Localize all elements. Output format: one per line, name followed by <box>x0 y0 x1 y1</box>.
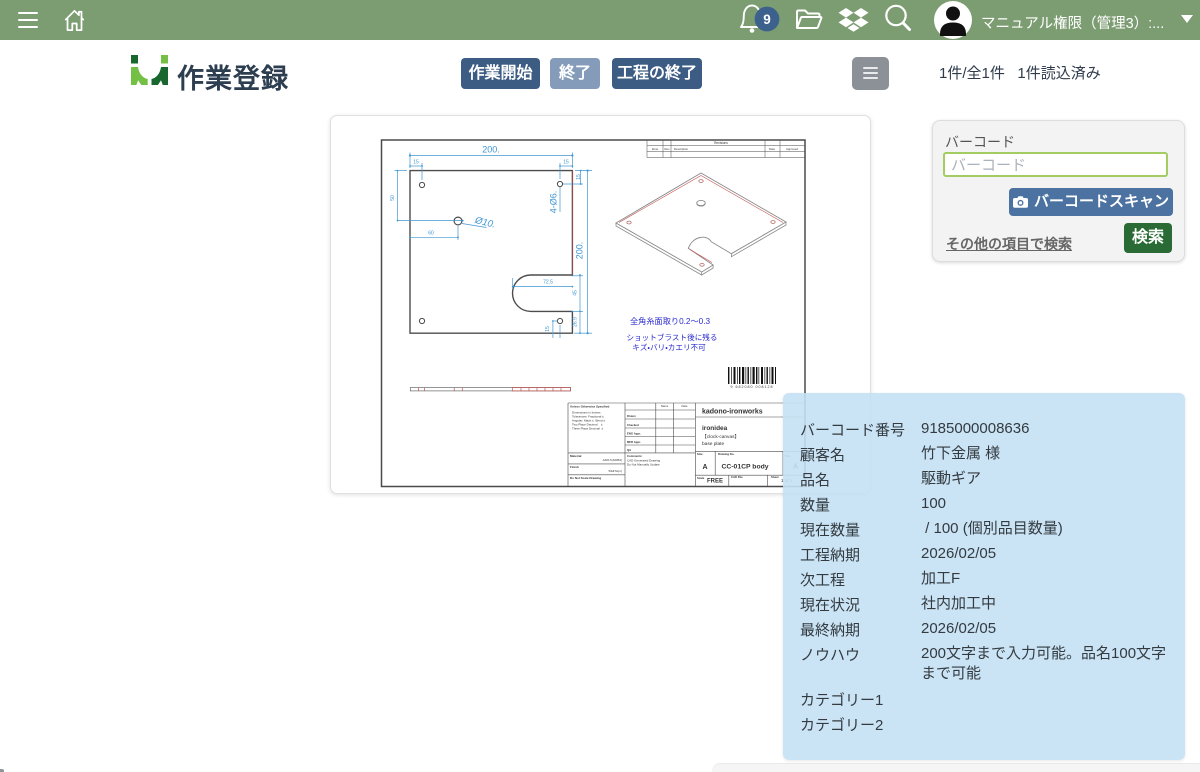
svg-text:kadono-ironworks: kadono-ironworks <box>702 409 763 416</box>
svg-text:Unless Otherwise Specified: Unless Otherwise Specified <box>570 405 610 409</box>
svg-text:MFR Appr.: MFR Appr. <box>627 440 641 444</box>
svg-text:base plate: base plate <box>702 441 724 447</box>
svg-text:Do Not Scale Drawing: Do Not Scale Drawing <box>570 476 601 480</box>
svg-text:72.5: 72.5 <box>543 280 553 286</box>
svg-text:Approved: Approved <box>786 147 798 151</box>
svg-text:ショットブラスト後に残る: ショットブラスト後に残る <box>627 332 718 342</box>
svg-text:Material: Material <box>570 454 582 458</box>
svg-text:キズ・バリ・カエリ不可: キズ・バリ・カエリ不可 <box>632 342 706 352</box>
svg-text:Drawn: Drawn <box>627 414 636 418</box>
svg-text:SS&?s(m): SS&?s(m) <box>608 469 622 473</box>
svg-text:Revisions: Revisions <box>714 141 728 145</box>
svg-text:CAD File: CAD File <box>731 475 743 479</box>
svg-text:200.: 200. <box>575 242 585 260</box>
svg-text:45: 45 <box>573 290 579 296</box>
svg-text:ironidea: ironidea <box>702 425 728 432</box>
svg-text:50: 50 <box>390 195 396 201</box>
svg-text:15: 15 <box>576 174 582 180</box>
svg-text:15: 15 <box>545 326 551 332</box>
svg-text:200.: 200. <box>482 145 500 155</box>
svg-text:Do Not Manually Update: Do Not Manually Update <box>627 462 660 466</box>
svg-text:Name: Name <box>661 404 669 408</box>
svg-text:60: 60 <box>428 231 434 237</box>
svg-text:Date: Date <box>769 147 775 151</box>
svg-text:Finish: Finish <box>570 465 579 469</box>
svg-text:9: 9 <box>763 12 771 27</box>
svg-text:Drawing No.: Drawing No. <box>718 452 735 456</box>
svg-text:CC-01CP body: CC-01CP body <box>721 464 768 471</box>
svg-text:A2017(A0052): A2017(A0052) <box>603 458 622 462</box>
svg-text:Three Place Decimal ±: Three Place Decimal ± <box>572 427 604 431</box>
svg-text:Scale: Scale <box>697 476 705 480</box>
svg-text:Size: Size <box>697 452 703 456</box>
svg-text:QA: QA <box>627 448 631 452</box>
svg-text:Zone: Zone <box>652 147 659 151</box>
svg-text:26.9: 26.9 <box>573 317 579 327</box>
svg-text:Checked: Checked <box>627 423 639 427</box>
svg-text:15: 15 <box>413 160 419 166</box>
svg-text:Sheet: Sheet <box>771 475 779 479</box>
svg-text:4-Ø6.: 4-Ø6. <box>549 191 559 214</box>
svg-text:FREE: FREE <box>707 479 723 485</box>
svg-text:Comments:: Comments: <box>627 454 642 458</box>
svg-text:全角糸面取り0.2～0.3: 全角糸面取り0.2～0.3 <box>630 316 711 326</box>
svg-text:Rev: Rev <box>665 147 671 151</box>
svg-text:ENG Appr.: ENG Appr. <box>627 431 641 435</box>
svg-text:【clock-canvas】: 【clock-canvas】 <box>702 434 739 440</box>
svg-text:Description: Description <box>674 147 688 151</box>
svg-text:15: 15 <box>563 160 569 166</box>
svg-text:9 682080 008128: 9 682080 008128 <box>731 385 774 389</box>
svg-text:Date: Date <box>682 404 688 408</box>
svg-text:A: A <box>702 464 707 471</box>
